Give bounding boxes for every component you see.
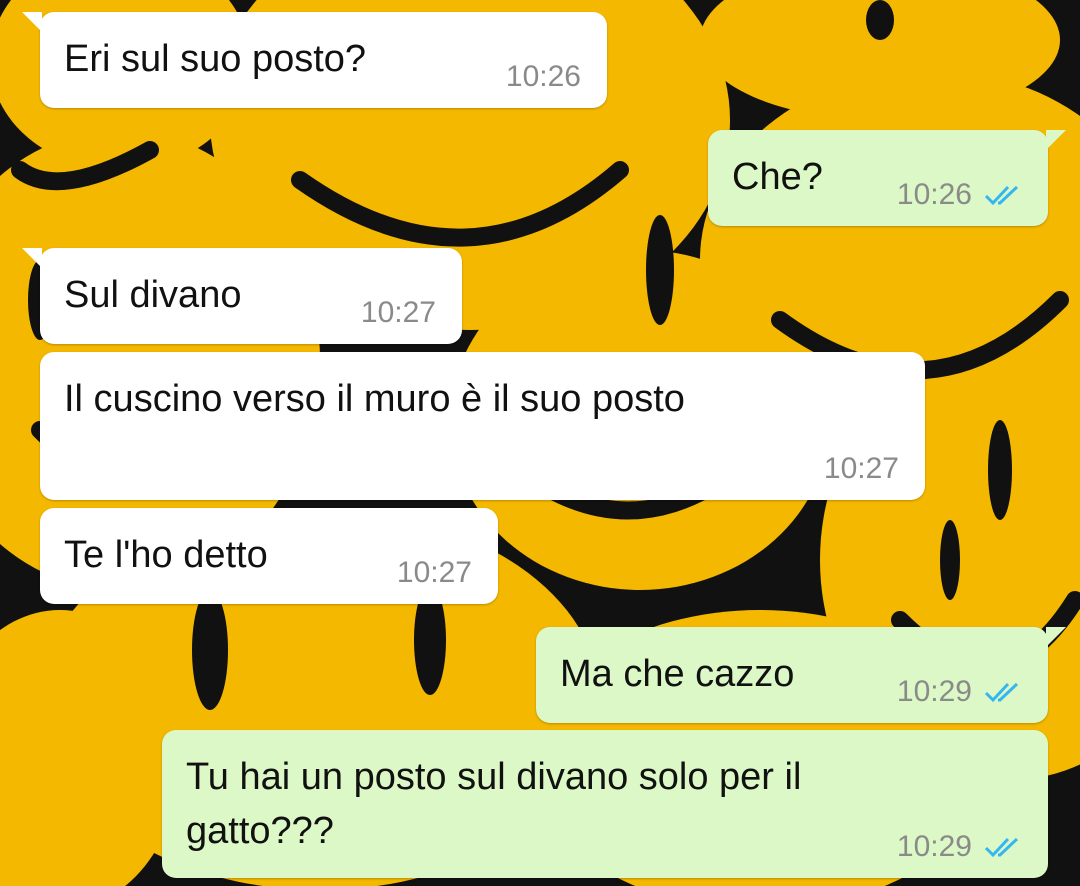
read-double-check-icon [984, 185, 1019, 206]
message-incoming[interactable]: Te l'ho detto 10:27 [40, 508, 498, 604]
message-time: 10:27 [360, 296, 436, 329]
bubble-tail [22, 248, 42, 268]
message-incoming[interactable]: Eri sul suo posto? 10:26 [22, 12, 607, 108]
bubble-tail [1046, 627, 1066, 647]
message-time: 10:26 [505, 60, 581, 93]
message-outgoing[interactable]: Che? 10:26 [708, 130, 1066, 226]
message-time: 10:29 [896, 830, 972, 863]
bubble-tail [22, 12, 42, 32]
message-outgoing[interactable]: Ma che cazzo 10:29 [536, 627, 1066, 723]
read-double-check-icon [984, 837, 1019, 858]
message-text: Tu hai un posto sul divano solo per il g… [186, 756, 802, 852]
bubble-tail [1046, 130, 1066, 150]
message-time: 10:27 [396, 556, 472, 589]
message-time: 10:27 [823, 452, 899, 485]
message-incoming[interactable]: Il cuscino verso il muro è il suo posto … [40, 352, 925, 500]
read-double-check-icon [984, 682, 1019, 703]
message-text: Il cuscino verso il muro è il suo posto [64, 378, 685, 420]
message-time: 10:29 [896, 675, 972, 708]
message-outgoing[interactable]: Tu hai un posto sul divano solo per il g… [162, 730, 1048, 878]
message-time: 10:26 [896, 178, 972, 211]
message-meta: 10:29 [897, 830, 1022, 864]
message-incoming[interactable]: Sul divano 10:27 [22, 248, 462, 344]
message-meta: 10:26 [897, 178, 1022, 212]
message-meta: 10:29 [897, 675, 1022, 709]
